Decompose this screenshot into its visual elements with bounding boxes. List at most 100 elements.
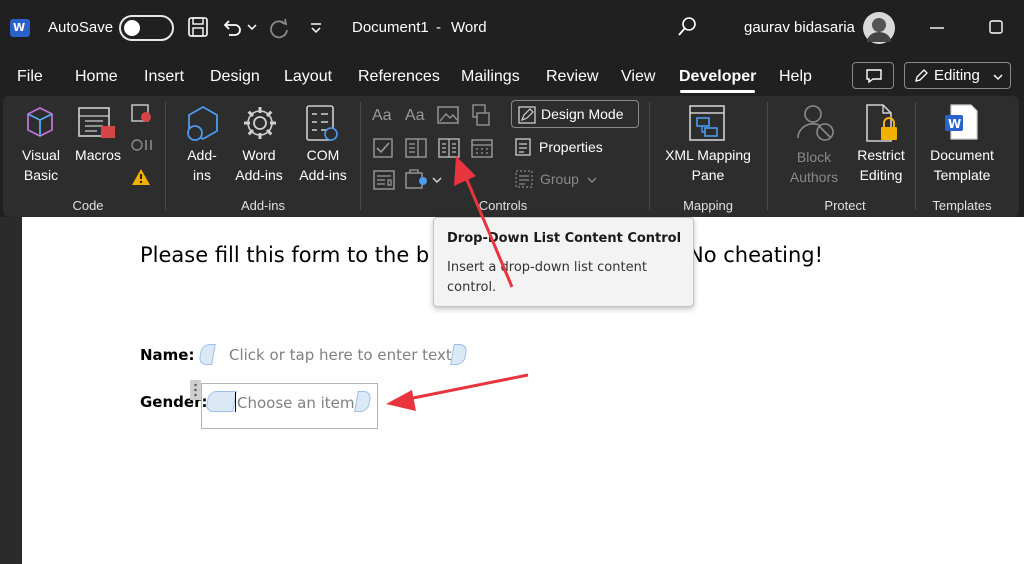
redo-icon[interactable] — [267, 16, 291, 40]
plain-text-content-control-button[interactable]: Aa — [405, 106, 425, 126]
com-add-ins-line1: COM — [306, 147, 340, 163]
svg-text:W: W — [948, 117, 961, 131]
document-template-button[interactable]: Document Template — [925, 145, 999, 185]
drag-handle-icon — [194, 383, 197, 397]
document-title: Document1 — [352, 19, 429, 36]
autosave-toggle[interactable] — [119, 15, 174, 41]
customize-toolbar-icon[interactable] — [309, 21, 323, 35]
design-mode-icon — [518, 106, 536, 124]
legacy-tools-icon[interactable] — [405, 169, 445, 191]
macros-label: Macros — [75, 147, 121, 163]
combo-box-content-control-icon[interactable] — [405, 138, 427, 158]
gender-drop-down-content-control[interactable]: Choose an item. — [237, 394, 359, 412]
com-add-ins-line2: Add-ins — [299, 167, 347, 183]
tab-mailings[interactable]: Mailings — [461, 68, 520, 86]
name-label: Name: — [140, 346, 195, 364]
rich-text-content-control-button[interactable]: Aa — [372, 106, 392, 126]
search-icon[interactable] — [676, 16, 698, 38]
com-add-ins-button[interactable]: COM Add-ins — [293, 145, 353, 185]
user-name: gaurav bidasaria — [744, 19, 855, 36]
block-authors-button[interactable]: Block Authors — [779, 147, 849, 187]
tab-file[interactable]: File — [17, 68, 43, 86]
comments-button[interactable] — [852, 62, 894, 89]
drop-down-list-content-control-icon[interactable] — [438, 138, 460, 158]
group-separator — [165, 102, 166, 210]
macros-button[interactable]: Macros — [70, 145, 126, 165]
autosave-label: AutoSave — [48, 19, 114, 36]
tab-review[interactable]: Review — [546, 68, 598, 86]
date-picker-content-control-icon[interactable] — [471, 138, 493, 158]
restrict-editing-button[interactable]: Restrict Editing — [849, 145, 913, 185]
editing-mode-button[interactable]: Editing — [904, 62, 1011, 89]
checkbox-content-control-icon[interactable] — [373, 138, 393, 158]
name-text-content-control[interactable]: Click or tap here to enter text. — [229, 346, 457, 364]
picture-content-control-icon[interactable] — [437, 105, 459, 125]
record-macro-icon[interactable] — [130, 104, 154, 124]
macro-security-icon[interactable] — [131, 168, 151, 186]
group-separator — [649, 102, 650, 210]
properties-icon — [515, 138, 531, 156]
document-heading-end: No cheating! — [688, 243, 823, 267]
xml-mapping-line2: Pane — [691, 167, 725, 183]
tab-help[interactable]: Help — [779, 68, 812, 86]
pause-recording-icon[interactable] — [131, 137, 155, 153]
group-separator — [767, 102, 768, 210]
xml-mapping-line1: XML Mapping — [665, 147, 751, 163]
heading-start: Please fill this form to the b — [140, 243, 430, 267]
user-avatar[interactable] — [863, 12, 895, 44]
com-add-ins-icon — [306, 105, 338, 141]
tab-layout[interactable]: Layout — [284, 68, 332, 86]
tooltip-title: Drop-Down List Content Control — [447, 231, 682, 246]
save-icon[interactable] — [187, 16, 209, 38]
document-heading: Please fill this form to the b — [140, 243, 429, 267]
block-authors-line1: Block — [796, 149, 832, 165]
repeating-section-content-control-icon[interactable] — [373, 170, 395, 190]
undo-dropdown-icon[interactable] — [247, 23, 257, 31]
tab-insert[interactable]: Insert — [144, 68, 184, 86]
building-block-gallery-icon[interactable] — [471, 104, 491, 126]
content-control-handle[interactable] — [190, 380, 201, 400]
tooltip: Drop-Down List Content Control Insert a … — [433, 217, 694, 307]
maximize-icon[interactable] — [989, 20, 1003, 34]
pencil-icon — [915, 69, 928, 82]
word-add-ins-button[interactable]: Word Add-ins — [229, 145, 289, 185]
design-mode-button[interactable]: Design Mode — [511, 100, 639, 128]
mapping-group-label: Mapping — [683, 198, 733, 213]
word-logo-icon: W — [10, 19, 30, 37]
group-separator — [360, 102, 361, 210]
tab-view[interactable]: View — [621, 68, 655, 86]
gear-icon — [244, 107, 276, 139]
minimize-icon[interactable] — [929, 26, 945, 30]
tab-developer[interactable]: Developer — [679, 68, 756, 86]
visual-basic-button[interactable]: Visual Basic — [21, 145, 61, 185]
restrict-editing-line1: Restrict — [857, 147, 905, 163]
add-ins-icon — [187, 105, 218, 141]
group-label: Group — [540, 171, 579, 187]
add-ins-line1: Add- — [187, 147, 217, 163]
app-name: Word — [451, 19, 487, 36]
content-control-start-tag[interactable] — [205, 391, 237, 412]
undo-icon[interactable] — [221, 16, 243, 38]
templates-group-label: Templates — [932, 198, 992, 213]
editing-label: Editing — [934, 67, 980, 84]
macros-icon — [78, 107, 115, 138]
restrict-editing-icon — [866, 104, 897, 142]
ribbon: Visual Basic Macros Code Add- ins Word A… — [3, 96, 1019, 217]
controls-group-label: Controls — [478, 198, 528, 213]
active-tab-indicator — [680, 90, 755, 93]
document-template-icon: W — [945, 104, 978, 140]
properties-label: Properties — [539, 139, 603, 155]
document-margin — [0, 217, 22, 564]
add-ins-button[interactable]: Add- ins — [181, 145, 223, 185]
block-authors-icon — [797, 105, 834, 141]
code-group-label: Code — [72, 198, 104, 213]
visual-basic-icon — [27, 106, 53, 138]
text-cursor — [235, 392, 236, 412]
design-mode-label: Design Mode — [541, 106, 624, 122]
tab-home[interactable]: Home — [75, 68, 118, 86]
xml-mapping-pane-icon — [689, 105, 725, 141]
tab-references[interactable]: References — [358, 68, 440, 86]
tab-design[interactable]: Design — [210, 68, 260, 86]
chevron-down-icon — [587, 177, 597, 183]
xml-mapping-pane-button[interactable]: XML Mapping Pane — [657, 145, 759, 185]
